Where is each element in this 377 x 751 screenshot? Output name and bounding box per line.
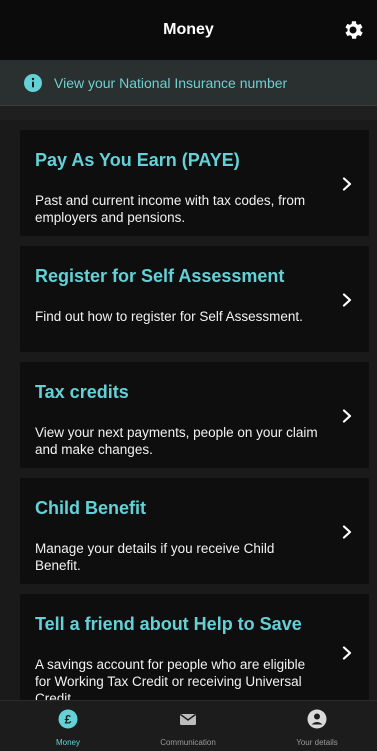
card-child-benefit[interactable]: Child Benefit Manage your details if you… — [20, 478, 369, 584]
info-icon — [24, 73, 42, 92]
tab-label: Your details — [296, 738, 338, 747]
chevron-right-icon — [342, 646, 352, 660]
card-title: Pay As You Earn (PAYE) — [35, 150, 240, 170]
card-description: Manage your details if you receive Child… — [35, 541, 275, 573]
card-title: Tell a friend about Help to Save — [35, 614, 302, 634]
card-title: Tax credits — [35, 382, 129, 402]
card-description: Past and current income with tax codes, … — [35, 193, 306, 225]
banner-link-text[interactable]: View your National Insurance number — [54, 75, 287, 91]
chevron-right-icon — [342, 525, 352, 539]
card-help-to-save[interactable]: Tell a friend about Help to Save A savin… — [20, 594, 369, 700]
chevron-right-icon — [342, 409, 352, 423]
tab-money[interactable]: £ Money — [8, 701, 128, 751]
svg-text:£: £ — [65, 713, 72, 727]
card-title: Register for Self Assessment — [35, 266, 285, 286]
pound-icon: £ — [58, 709, 78, 729]
card-paye[interactable]: Pay As You Earn (PAYE) Past and current … — [20, 130, 369, 236]
national-insurance-banner[interactable]: View your National Insurance number — [0, 60, 377, 106]
page-title: Money — [163, 21, 214, 38]
tab-label: Communication — [160, 738, 216, 747]
gear-icon[interactable] — [341, 18, 365, 42]
chevron-right-icon — [342, 177, 352, 191]
tab-communication[interactable]: Communication — [128, 701, 248, 751]
service-card-list: Pay As You Earn (PAYE) Past and current … — [0, 120, 377, 700]
envelope-icon — [180, 713, 196, 725]
person-icon — [307, 709, 327, 729]
card-tax-credits[interactable]: Tax credits View your next payments, peo… — [20, 362, 369, 468]
card-description: View your next payments, people on your … — [35, 425, 318, 457]
card-title: Child Benefit — [35, 498, 146, 518]
card-description: Find out how to register for Self Assess… — [35, 309, 303, 324]
tab-label: Money — [55, 738, 80, 747]
tab-your-details[interactable]: Your details — [257, 701, 377, 751]
card-description: A savings account for people who are eli… — [35, 657, 306, 700]
bottom-tab-bar: £ Money Communication Your details — [0, 700, 377, 751]
section-divider — [0, 106, 377, 120]
card-self-assessment[interactable]: Register for Self Assessment Find out ho… — [20, 246, 369, 352]
chevron-right-icon — [342, 293, 352, 307]
top-app-bar: Money — [0, 0, 377, 60]
